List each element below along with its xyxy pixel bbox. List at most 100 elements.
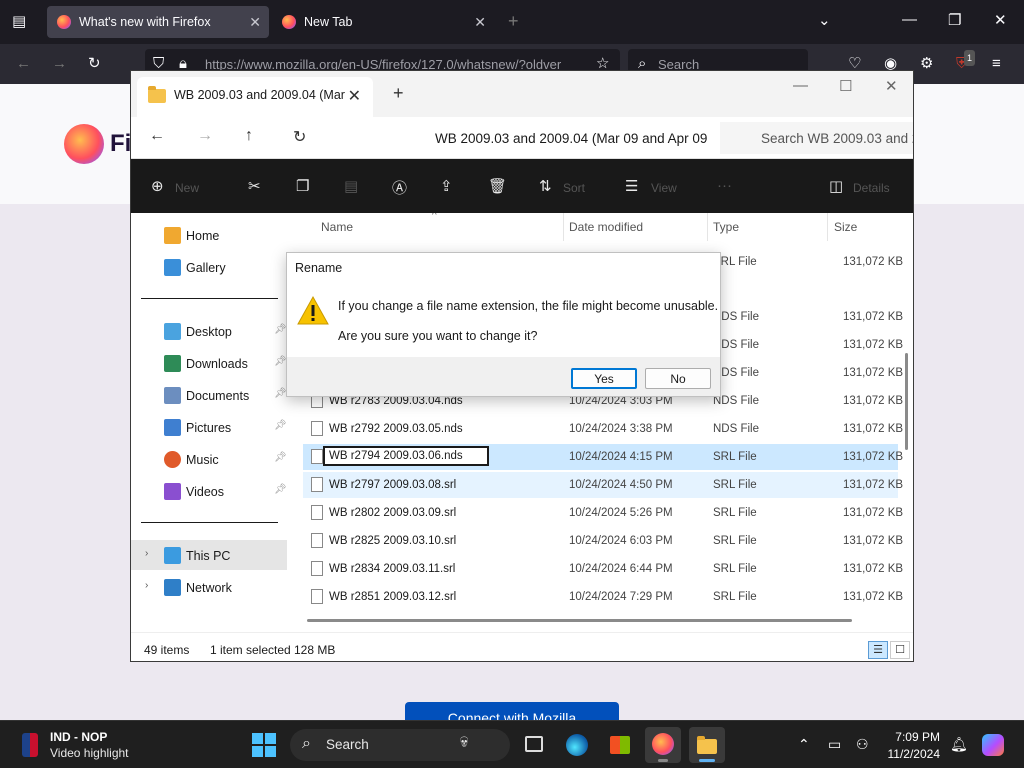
sidebar-item-pictures[interactable]: Pictures 📌︎ [164, 416, 287, 440]
chevron-right-icon[interactable]: › [145, 580, 148, 591]
table-row[interactable]: WB r2834 2009.03.11.srl 10/24/2024 6:44 … [303, 556, 903, 582]
network-muted-icon[interactable]: ⚇ [856, 736, 869, 753]
table-row[interactable]: WB r2802 2009.03.09.srl 10/24/2024 5:26 … [303, 500, 903, 526]
forward-icon[interactable]: → [197, 127, 213, 145]
refresh-icon[interactable]: ↻ [293, 127, 306, 147]
share-icon[interactable]: ⇪ [440, 177, 453, 195]
menu-icon[interactable]: ≡ [992, 56, 1001, 72]
up-icon[interactable]: ↑ [245, 127, 253, 145]
sidebar-item-desktop[interactable]: Desktop 📌︎ [164, 320, 287, 344]
no-button[interactable]: No [645, 368, 711, 389]
sidebar-item-this-pc[interactable]: This PC [164, 544, 230, 568]
dialog-message: If you change a file name extension, the… [338, 299, 719, 313]
details-view-icon[interactable]: ☰ [868, 641, 888, 659]
details-pane-icon[interactable]: ◫ [829, 177, 843, 195]
cut-icon[interactable]: ✂ [248, 177, 261, 195]
column-header-type[interactable]: Type [713, 220, 739, 234]
sidebar-item-home[interactable]: Home [164, 224, 219, 248]
browser-tab-newtab[interactable]: New Tab ✕ [272, 6, 494, 38]
sidebar-item-documents[interactable]: Documents 📌︎ [164, 384, 287, 408]
browser-tab-whatsnew[interactable]: What's new with Firefox ✕ [47, 6, 269, 38]
chevron-right-icon[interactable]: › [145, 548, 148, 559]
pin-icon[interactable]: 📌︎ [274, 452, 287, 463]
pin-icon[interactable]: 📌︎ [274, 388, 287, 399]
sort-button[interactable]: Sort [563, 181, 585, 195]
address-bar[interactable]: WB 2009.03 and 2009.04 (Mar 09 and Apr 0… [331, 122, 716, 154]
back-icon[interactable]: ← [16, 56, 31, 72]
new-tab-icon[interactable]: + [508, 12, 519, 30]
pin-icon[interactable]: 📌︎ [274, 356, 287, 367]
sidebar-item-videos[interactable]: Videos 📌︎ [164, 480, 287, 504]
close-tab-icon[interactable]: ✕ [474, 14, 486, 31]
pin-icon[interactable]: 📌︎ [274, 324, 287, 335]
column-header-size[interactable]: Size [834, 220, 857, 234]
close-window-icon[interactable]: ✕ [994, 13, 1007, 29]
connect-mozilla-button[interactable]: Connect with Mozilla [405, 702, 619, 722]
view-button[interactable]: View [651, 181, 677, 195]
sidebar-item-network[interactable]: Network [164, 576, 232, 600]
sort-icon[interactable]: ⇅ [539, 177, 552, 195]
chevron-up-icon[interactable]: ⌃ [798, 736, 810, 753]
status-bar: 49 items 1 item selected 128 MB ☰ ☐ [131, 632, 913, 661]
view-icon[interactable]: ☰ [625, 177, 638, 195]
new-tab-icon[interactable]: + [393, 83, 404, 104]
close-tab-icon[interactable]: ✕ [249, 14, 261, 31]
rename-icon[interactable]: Ⓐ [392, 177, 407, 198]
column-divider[interactable] [707, 213, 708, 241]
forward-icon[interactable]: → [52, 56, 67, 72]
column-divider[interactable] [563, 213, 564, 241]
new-icon[interactable]: ⊕ [151, 177, 164, 195]
firefox-taskbar-button[interactable] [645, 727, 681, 763]
rename-input[interactable]: WB r2794 2009.03.06.nds [323, 446, 489, 466]
file-icon [311, 477, 323, 492]
music-icon [164, 451, 181, 468]
details-button[interactable]: Details [853, 181, 890, 195]
sidebar-item-music[interactable]: Music 📌︎ [164, 448, 287, 472]
table-row[interactable]: WB r2851 2009.03.12.srl 10/24/2024 7:29 … [303, 584, 903, 610]
clock-date[interactable]: 11/2/2024 [880, 747, 941, 761]
explorer-tab[interactable]: WB 2009.03 and 2009.04 (Mar ✕ [137, 77, 373, 117]
horizontal-scrollbar[interactable] [307, 619, 852, 622]
start-button[interactable] [252, 733, 276, 757]
clock-time[interactable]: 7:09 PM [886, 730, 940, 744]
more-options-icon[interactable]: ··· [717, 177, 732, 194]
paste-icon[interactable]: ▤ [344, 177, 358, 195]
tiles-view-icon[interactable]: ☐ [890, 641, 910, 659]
task-view-button[interactable] [516, 727, 552, 763]
close-tab-icon[interactable]: ✕ [348, 86, 361, 106]
store-button[interactable] [602, 727, 638, 763]
pin-icon[interactable]: 📌︎ [274, 484, 287, 495]
table-row[interactable]: WB r2825 2009.03.10.srl 10/24/2024 6:03 … [303, 528, 903, 554]
minimize-icon[interactable]: — [902, 12, 917, 28]
column-divider[interactable] [827, 213, 828, 241]
table-row[interactable]: WB r2792 2009.03.05.nds 10/24/2024 3:38 … [303, 416, 903, 442]
list-all-tabs-icon[interactable]: ⌄ [818, 13, 831, 29]
extensions-icon[interactable]: ⚙ [920, 56, 933, 72]
yes-button[interactable]: Yes [571, 368, 637, 389]
folder-search-input[interactable]: Search WB 2009.03 and 2 [720, 122, 913, 154]
vertical-scrollbar[interactable] [905, 353, 908, 450]
column-header-date[interactable]: Date modified [569, 220, 643, 234]
sidebar-item-downloads[interactable]: Downloads 📌︎ [164, 352, 287, 376]
delete-icon[interactable]: 🗑︎ [488, 177, 507, 195]
table-row[interactable]: WB r2797 2009.03.08.srl 10/24/2024 4:50 … [303, 472, 903, 498]
copy-icon[interactable]: ❐ [296, 177, 309, 195]
close-window-icon[interactable]: ✕ [885, 77, 898, 95]
minimize-icon[interactable]: — [793, 77, 808, 94]
reload-icon[interactable]: ↻ [88, 56, 101, 72]
copilot-icon[interactable] [982, 734, 1004, 756]
maximize-icon[interactable]: ☐ [839, 77, 852, 95]
taskbar-search[interactable]: ⌕ Search 💀︎ [290, 729, 510, 761]
new-button[interactable]: New [175, 181, 199, 195]
edge-button[interactable] [559, 727, 595, 763]
restore-icon[interactable]: ❐ [948, 13, 961, 29]
tab-list-icon[interactable]: ▤ [12, 14, 26, 30]
file-explorer-taskbar-button[interactable] [689, 727, 725, 763]
sidebar-item-gallery[interactable]: Gallery [164, 256, 226, 280]
pin-icon[interactable]: 📌︎ [274, 420, 287, 431]
notification-icon[interactable]: 🔔︎ [950, 736, 968, 753]
column-header-name[interactable]: Name [321, 220, 353, 234]
back-icon[interactable]: ← [149, 127, 165, 145]
table-row-selected[interactable]: WB r2794 2009.03.06.nds 10/24/2024 4:15 … [303, 444, 903, 470]
display-icon[interactable]: ▭ [828, 736, 841, 753]
